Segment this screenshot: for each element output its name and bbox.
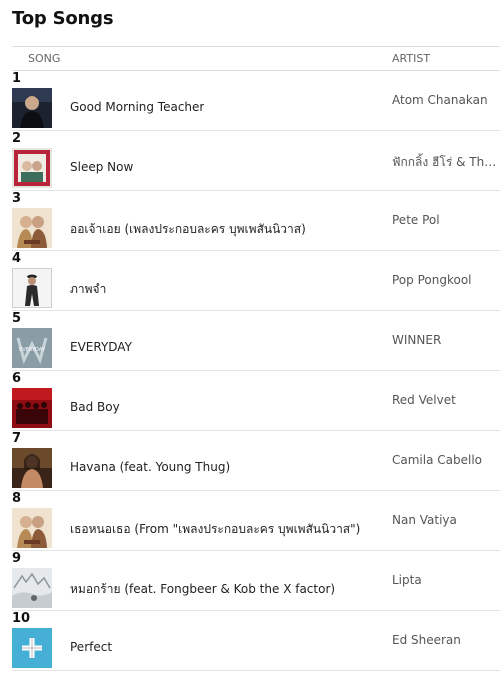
song-title[interactable]: ออเจ้าเอย (เพลงประกอบละคร บุพเพสันนิวาส) [70, 220, 306, 239]
cover-text: EVERYDAY [19, 347, 46, 353]
song-title[interactable]: ภาพจำ [70, 280, 106, 299]
song-title[interactable]: เธอหนอเธอ (From "เพลงประกอบละคร บุพเพสัน… [70, 520, 360, 539]
album-cover-image[interactable] [12, 268, 52, 308]
artist-name[interactable]: Lipta [392, 573, 498, 587]
artist-name[interactable]: WINNER [392, 333, 498, 347]
artist-name[interactable]: Nan Vatiya [392, 513, 498, 527]
song-row-2[interactable]: 2 Sleep Now ฟักกลิ้ง ฮีโร่ & The Parkins… [12, 131, 500, 191]
rank-number: 7 [12, 431, 22, 446]
rank-number: 5 [12, 311, 22, 326]
artist-name[interactable]: Red Velvet [392, 393, 498, 407]
album-cover-image[interactable] [12, 448, 52, 488]
rank-number: 1 [12, 71, 22, 86]
album-cover-image[interactable] [12, 508, 52, 548]
song-row-6[interactable]: 6 Bad Boy Red Velvet [12, 371, 500, 431]
song-row-9[interactable]: 9 หมอกร้าย (feat. Fongbeer & Kob the X f… [12, 551, 500, 611]
album-cover-image[interactable] [12, 628, 52, 668]
album-cover-image[interactable] [12, 388, 52, 428]
rank-number: 4 [12, 251, 22, 266]
song-row-7[interactable]: 7 Havana (feat. Young Thug) Camila Cabel… [12, 431, 500, 491]
song-title[interactable]: Sleep Now [70, 160, 133, 174]
artist-name[interactable]: ฟักกลิ้ง ฮีโร่ & The Parkinson [392, 153, 498, 172]
album-cover-image[interactable] [12, 208, 52, 248]
album-cover-image[interactable]: EVERYDAY [12, 328, 52, 368]
song-title[interactable]: หมอกร้าย (feat. Fongbeer & Kob the X fac… [70, 580, 335, 599]
rank-number: 3 [12, 191, 22, 206]
rank-number: 6 [12, 371, 22, 386]
rank-number: 2 [12, 131, 22, 146]
table-header: SONG ARTIST [12, 46, 500, 71]
song-row-8[interactable]: 8 เธอหนอเธอ (From "เพลงประกอบละคร บุพเพส… [12, 491, 500, 551]
song-row-1[interactable]: 1 Good Morning Teacher Atom Chanakan [12, 71, 500, 131]
song-row-4[interactable]: 4 ภาพจำ Pop Pongkool [12, 251, 500, 311]
song-title[interactable]: Havana (feat. Young Thug) [70, 460, 230, 474]
album-cover-image[interactable] [12, 148, 52, 188]
artist-name[interactable]: Ed Sheeran [392, 633, 498, 647]
song-row-10[interactable]: 10 Perfect Ed Sheeran [12, 611, 500, 671]
column-header-song: SONG [28, 52, 61, 65]
album-cover-image[interactable] [12, 88, 52, 128]
song-title[interactable]: Bad Boy [70, 400, 120, 414]
artist-name[interactable]: Pete Pol [392, 213, 498, 227]
song-title[interactable]: EVERYDAY [70, 340, 132, 354]
artist-name[interactable]: Pop Pongkool [392, 273, 498, 287]
song-title[interactable]: Perfect [70, 640, 112, 654]
song-row-5[interactable]: 5 EVERYDAY EVERYDAY WINNER [12, 311, 500, 371]
song-title[interactable]: Good Morning Teacher [70, 100, 204, 114]
song-row-3[interactable]: 3 ออเจ้าเอย (เพลงประกอบละคร บุพเพสันนิวา… [12, 191, 500, 251]
rank-number: 9 [12, 551, 22, 566]
rank-number: 8 [12, 491, 22, 506]
rank-number: 10 [12, 611, 31, 626]
album-cover-image[interactable] [12, 568, 52, 608]
artist-name[interactable]: Atom Chanakan [392, 93, 498, 107]
page-title: Top Songs [12, 8, 114, 29]
artist-name[interactable]: Camila Cabello [392, 453, 498, 467]
column-header-artist: ARTIST [392, 52, 431, 65]
